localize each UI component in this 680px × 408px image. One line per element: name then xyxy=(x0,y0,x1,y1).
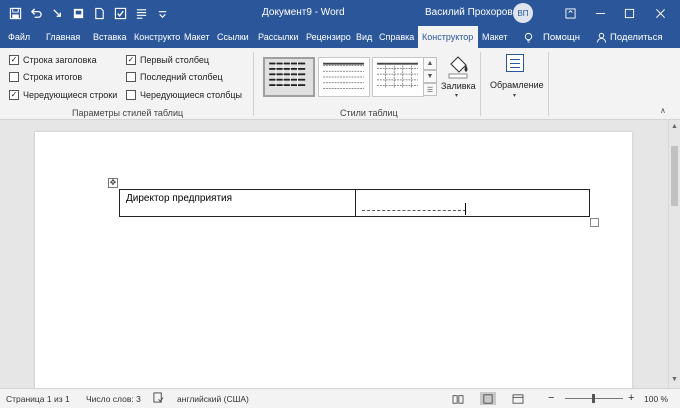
zoom-in-icon[interactable]: + xyxy=(628,392,634,404)
minimize-icon[interactable] xyxy=(585,0,615,26)
undo-icon[interactable] xyxy=(27,4,46,22)
table-style-thumb-grid[interactable] xyxy=(263,57,315,97)
paragraph-icon[interactable] xyxy=(132,4,151,22)
proofing-icon[interactable] xyxy=(153,392,164,405)
quick-access-toolbar xyxy=(6,4,172,22)
group-separator xyxy=(480,52,481,116)
shading-label[interactable]: Заливка xyxy=(441,81,476,91)
web-layout-icon[interactable] xyxy=(510,392,526,405)
save-icon[interactable] xyxy=(6,4,25,22)
close-icon[interactable] xyxy=(645,0,675,26)
checkbox-label: Чередующиеся столбцы xyxy=(140,90,242,100)
checkbox-box: ✓ xyxy=(9,90,19,100)
banded-columns-checkbox[interactable]: Чередующиеся столбцы xyxy=(126,90,242,100)
header-row-checkbox[interactable]: ✓ Строка заголовка xyxy=(9,55,97,65)
tell-me-search[interactable]: Помощн xyxy=(523,26,580,48)
document-table[interactable]: Директор предприятия xyxy=(119,189,590,217)
maximize-icon[interactable] xyxy=(614,0,644,26)
zoom-slider-thumb[interactable] xyxy=(592,394,595,403)
zoom-level[interactable]: 100 % xyxy=(644,394,668,404)
customize-qat-icon[interactable] xyxy=(153,4,172,22)
borders-dropdown-icon[interactable]: ▾ xyxy=(513,92,516,99)
checkbox-box: ✓ xyxy=(9,55,19,65)
collapse-ribbon-icon[interactable]: ∧ xyxy=(660,106,672,116)
tab-design[interactable]: Конструкто xyxy=(130,26,180,48)
redo-icon[interactable] xyxy=(48,4,67,22)
table-cell-text[interactable]: Директор предприятия xyxy=(126,193,232,204)
checkbox-label: Строка заголовка xyxy=(23,55,97,65)
borders-icon[interactable] xyxy=(506,54,524,72)
vertical-scrollbar[interactable]: ▲ ▼ xyxy=(668,120,680,388)
banded-rows-checkbox[interactable]: ✓ Чередующиеся строки xyxy=(9,90,117,100)
table-cell-divider xyxy=(355,190,356,216)
tab-file[interactable]: Файл xyxy=(0,26,42,48)
document-title: Документ9 - Word xyxy=(262,7,345,18)
language-indicator[interactable]: английский (США) xyxy=(177,394,249,404)
first-column-checkbox[interactable]: ✓ Первый столбец xyxy=(126,55,209,65)
tab-mailings[interactable]: Рассылки xyxy=(254,26,302,48)
tab-table-layout[interactable]: Макет xyxy=(478,26,512,48)
autosave-icon[interactable] xyxy=(69,4,88,22)
avatar[interactable]: ВП xyxy=(513,3,533,23)
tab-insert[interactable]: Вставка xyxy=(89,26,130,48)
print-layout-icon[interactable] xyxy=(480,392,496,405)
checkbox-box xyxy=(9,72,19,82)
group-separator xyxy=(253,52,254,116)
status-bar: Страница 1 из 1 Число слов: 3 английский… xyxy=(0,388,680,408)
tab-home[interactable]: Главная xyxy=(42,26,89,48)
share-person-icon xyxy=(596,32,607,43)
signature-line xyxy=(362,210,466,211)
table-style-options-group-label: Параметры стилей таблиц xyxy=(72,108,184,118)
gallery-scroll-up-icon[interactable]: ▲ xyxy=(423,57,437,70)
share-label: Поделиться xyxy=(610,31,663,43)
total-row-checkbox[interactable]: Строка итогов xyxy=(9,72,82,82)
tell-me-label: Помощн xyxy=(543,31,580,43)
gallery-scroll-down-icon[interactable]: ▼ xyxy=(423,70,437,83)
tab-table-design[interactable]: Конструктор xyxy=(418,26,478,48)
table-styles-group-label: Стили таблиц xyxy=(340,108,398,118)
checkbox-label: Последний столбец xyxy=(140,72,223,82)
shading-dropdown-icon[interactable]: ▾ xyxy=(455,92,458,99)
gallery-more-icon[interactable]: ☰ xyxy=(423,83,437,96)
title-bar: Документ9 - Word Василий Прохоров ВП xyxy=(0,0,680,26)
page-count[interactable]: Страница 1 из 1 xyxy=(6,394,70,404)
ribbon-panel: ✓ Строка заголовка Строка итогов ✓ Черед… xyxy=(0,48,680,120)
checkbox-label: Первый столбец xyxy=(140,55,210,65)
checkbox-box xyxy=(126,72,136,82)
table-style-thumb-plain[interactable] xyxy=(318,57,370,97)
borders-label[interactable]: Обрамление xyxy=(490,80,544,90)
user-name[interactable]: Василий Прохоров xyxy=(425,7,513,18)
new-doc-icon[interactable] xyxy=(90,4,109,22)
shading-bucket-icon[interactable] xyxy=(445,54,471,80)
spelling-icon[interactable] xyxy=(111,4,130,22)
scroll-down-icon[interactable]: ▼ xyxy=(671,376,678,383)
tab-references[interactable]: Ссылки xyxy=(213,26,254,48)
last-column-checkbox[interactable]: Последний столбец xyxy=(126,72,223,82)
text-cursor xyxy=(465,203,466,215)
document-page[interactable]: ✥ Директор предприятия xyxy=(35,132,632,388)
ribbon-display-options-icon[interactable] xyxy=(555,0,585,26)
checkbox-label: Строка итогов xyxy=(23,72,83,82)
share-button[interactable]: Поделиться xyxy=(596,26,662,48)
table-move-handle-icon[interactable]: ✥ xyxy=(108,178,118,188)
checkbox-box: ✓ xyxy=(126,55,136,65)
document-canvas: ✥ Директор предприятия xyxy=(0,120,668,388)
tab-view[interactable]: Вид xyxy=(352,26,375,48)
group-separator xyxy=(548,52,549,116)
table-style-thumb-grid-light[interactable] xyxy=(372,57,424,97)
tab-review[interactable]: Рецензиро xyxy=(302,26,352,48)
scroll-up-icon[interactable]: ▲ xyxy=(671,123,678,130)
scroll-thumb[interactable] xyxy=(671,146,678,206)
checkbox-label: Чередующиеся строки xyxy=(23,90,118,100)
tab-layout[interactable]: Макет xyxy=(180,26,213,48)
lightbulb-icon xyxy=(524,32,533,43)
zoom-out-icon[interactable]: − xyxy=(548,392,554,404)
checkbox-box xyxy=(126,90,136,100)
table-resize-handle-icon[interactable] xyxy=(590,218,599,227)
read-mode-icon[interactable] xyxy=(450,392,466,405)
word-count[interactable]: Число слов: 3 xyxy=(86,394,141,404)
tab-help[interactable]: Справка xyxy=(375,26,418,48)
